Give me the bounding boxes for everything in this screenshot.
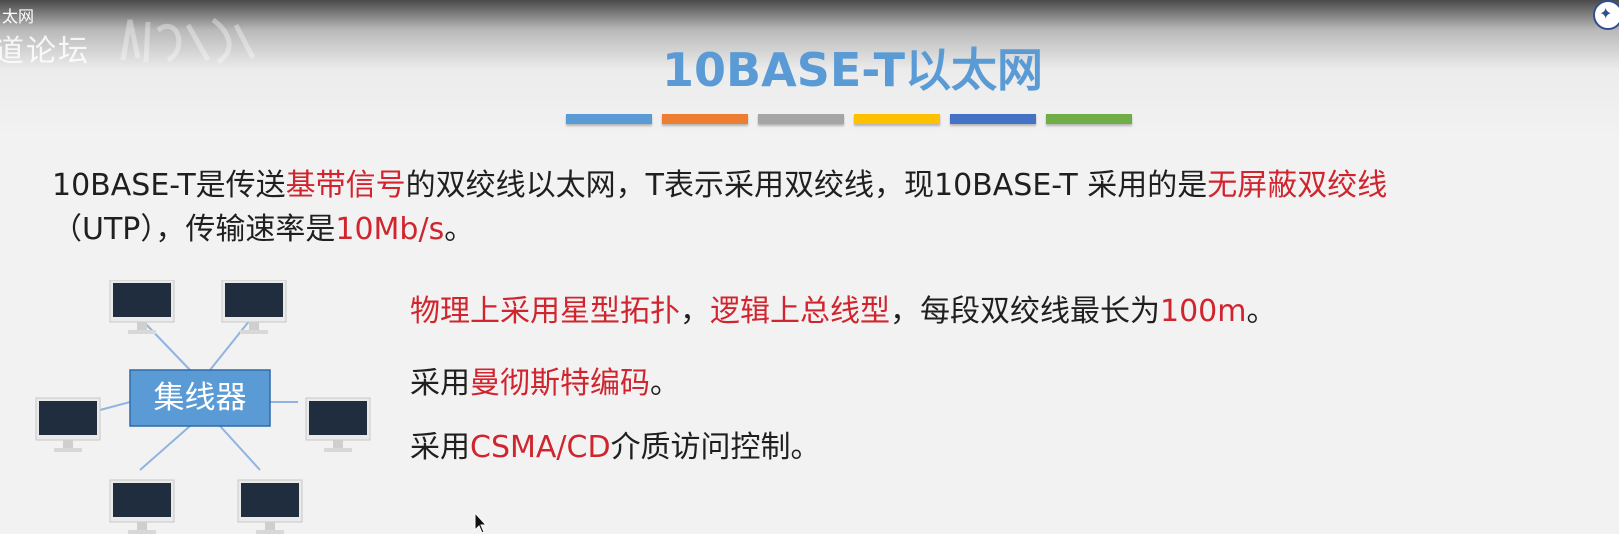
highlighted-text: 物理上采用星型拓扑 xyxy=(410,294,680,329)
text-segment: 的双绞线以太网，T表示采用双绞线，现10BASE-T 采用的是 xyxy=(405,168,1208,203)
color-bar-1 xyxy=(566,114,652,124)
highlighted-text: 逻辑上总线型 xyxy=(710,294,890,329)
monitor-icon xyxy=(305,397,371,452)
color-bar-3 xyxy=(758,114,844,124)
link-top-left xyxy=(141,319,191,371)
text-segment: 。 xyxy=(444,212,475,247)
link-left xyxy=(99,401,131,411)
monitor-icon xyxy=(221,280,287,334)
text-segment: 介质访问控制。 xyxy=(610,430,821,465)
text-segment: 采用 xyxy=(410,366,470,401)
hub-label: 集线器 xyxy=(154,380,247,416)
monitor-icon xyxy=(109,479,175,534)
text-segment: 。 xyxy=(1246,294,1277,329)
highlighted-text: 基带信号 xyxy=(285,168,406,203)
text-segment: （UTP），传输速率是 xyxy=(52,212,336,247)
highlighted-text: 曼彻斯特编码 xyxy=(470,366,650,401)
highlighted-text: 10Mb/s xyxy=(335,212,445,247)
link-bottom-left xyxy=(139,425,191,471)
highlighted-text: CSMA/CD xyxy=(470,430,611,465)
slide-title: 10BASE-T以太网 xyxy=(662,43,1043,97)
highlighted-text: 无屏蔽双绞线 xyxy=(1207,168,1388,203)
text-segment: ， xyxy=(680,294,710,329)
intro-line-1: 10BASE-T是传送基带信号的双绞线以太网，T表示采用双绞线，现10BASE-… xyxy=(52,164,1387,208)
link-top-right xyxy=(209,319,251,371)
mouse-cursor-icon xyxy=(474,512,488,534)
highlighted-text: 100m xyxy=(1160,294,1247,329)
monitor-icon xyxy=(35,397,101,452)
bullet-topology: 物理上采用星型拓扑，逻辑上总线型，每段双绞线最长为100m。 xyxy=(410,290,1276,334)
text-segment: ，每段双绞线最长为 xyxy=(890,294,1160,329)
link-bottom-right xyxy=(219,425,261,471)
university-logo-icon: ✦ xyxy=(1593,0,1619,30)
bullet-access-control: 采用CSMA/CD介质访问控制。 xyxy=(410,426,821,470)
text-segment: 。 xyxy=(650,366,680,401)
monitor-icon xyxy=(237,479,303,534)
window-title: 太网 xyxy=(2,7,35,26)
star-topology-diagram: 集线器 xyxy=(35,280,371,534)
text-segment: 10BASE-T是传送 xyxy=(52,168,286,203)
monitor-icon xyxy=(109,280,175,334)
text-segment: 采用 xyxy=(410,430,470,465)
color-bar-6 xyxy=(1046,114,1132,124)
color-bar-5 xyxy=(950,114,1036,124)
color-bar-4 xyxy=(854,114,940,124)
color-bar-2 xyxy=(662,114,748,124)
intro-line-2: （UTP），传输速率是10Mb/s。 xyxy=(52,208,474,252)
bullet-encoding: 采用曼彻斯特编码。 xyxy=(410,362,680,406)
